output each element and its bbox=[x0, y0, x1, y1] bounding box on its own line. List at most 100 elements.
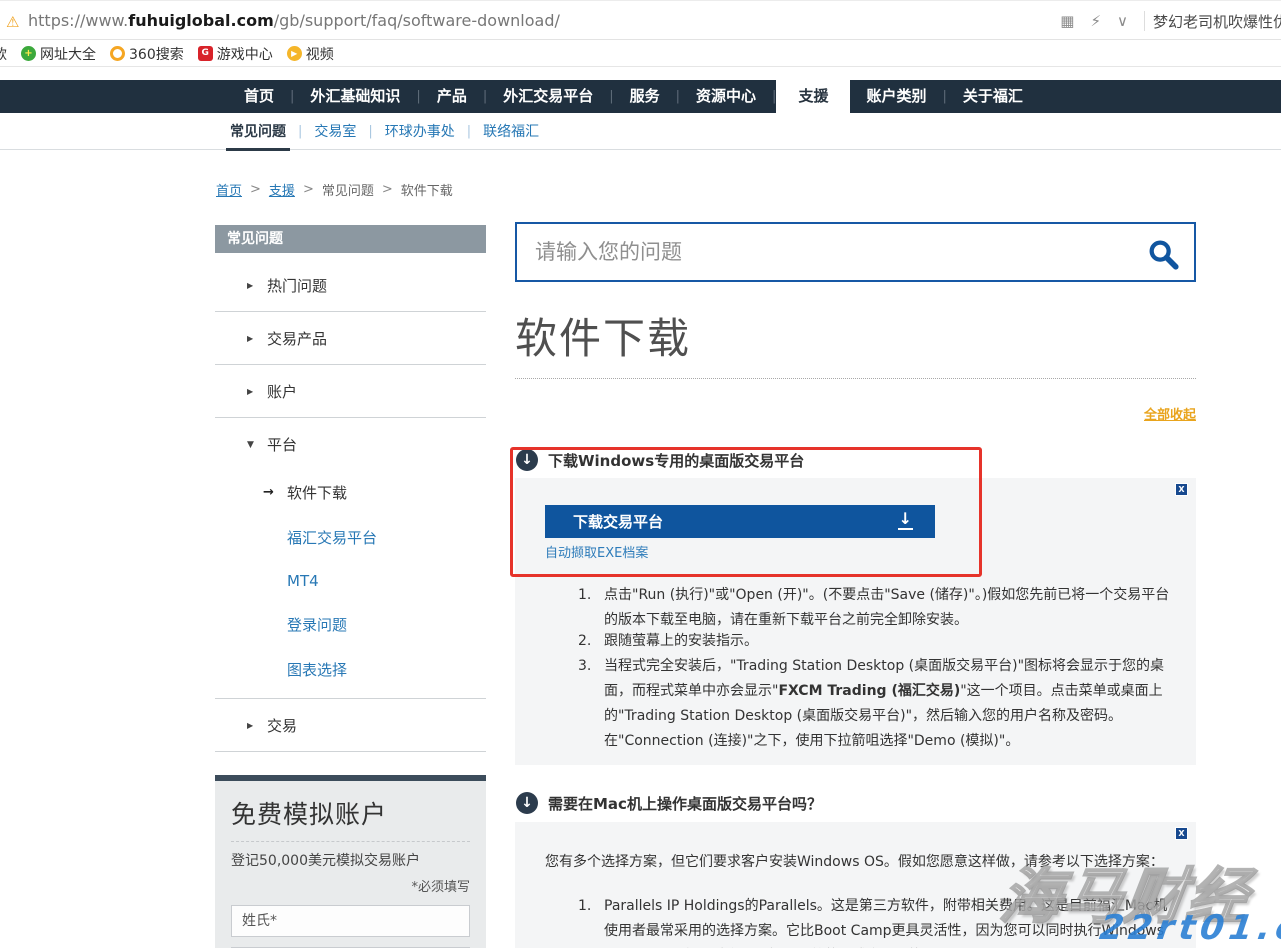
step-number: 3. bbox=[578, 654, 604, 754]
sidebar-item-fxcm-platform[interactable]: 福汇交易平台 bbox=[215, 515, 486, 560]
url-path: /gb/support/faq/software-download/ bbox=[274, 11, 560, 30]
demo-form-title: 免费模拟账户 bbox=[231, 795, 470, 831]
faq-sidebar: 常见问题 ▶ 热门问题 ▶ 交易产品 ▶ 账户 ▼ 平台 → 软件下载 福汇交易… bbox=[215, 225, 486, 752]
sidebar-label: 账户 bbox=[267, 381, 297, 402]
bookmark-360search[interactable]: 360搜索 bbox=[110, 44, 184, 64]
breadcrumb-home[interactable]: 首页 bbox=[216, 180, 242, 199]
bookmarks-bar: 款 + 网址大全 360搜索 G 游戏中心 ▶ 视频 bbox=[0, 41, 1281, 67]
nav-item-resources[interactable]: 资源中心 bbox=[680, 80, 772, 113]
nav-item-products[interactable]: 产品 bbox=[421, 80, 483, 113]
tri-right-icon: ▶ bbox=[247, 281, 267, 290]
nav-item-accounts[interactable]: 账户类别 bbox=[850, 80, 942, 113]
search-icon bbox=[1146, 237, 1180, 271]
breadcrumb: 首页 > 支援 > 常见问题 > 软件下载 bbox=[216, 180, 453, 199]
search-button[interactable] bbox=[1146, 237, 1180, 271]
ssl-warning-icon[interactable]: ⚠ bbox=[6, 13, 19, 31]
g-icon: G bbox=[198, 46, 213, 61]
breadcrumb-separator: > bbox=[250, 182, 261, 197]
breadcrumb-separator: > bbox=[382, 182, 393, 197]
adjacent-tab-title[interactable]: 梦幻老司机吹爆性优 bbox=[1153, 11, 1281, 32]
demo-account-panel: 免费模拟账户 登记50,000美元模拟交易账户 *必须填写 bbox=[215, 775, 486, 948]
mac-option-1: 1. Parallels IP Holdings的Parallels。这是第三方… bbox=[578, 894, 1178, 948]
sidebar-item-software-download[interactable]: → 软件下载 bbox=[215, 470, 486, 515]
expand-arrow-icon: ↓ bbox=[516, 449, 538, 471]
section1-header[interactable]: ↓ 下载Windows专用的桌面版交易平台 bbox=[516, 449, 804, 471]
section2-title: 需要在Mac机上操作桌面版交易平台吗？ bbox=[548, 793, 822, 814]
tri-right-icon: ▶ bbox=[247, 387, 267, 396]
bookmark-label: 网址大全 bbox=[40, 44, 96, 64]
sidebar-item-account[interactable]: ▶ 账户 bbox=[215, 365, 486, 418]
subnav-trading-room[interactable]: 交易室 bbox=[302, 121, 368, 141]
bookmark-plus-icon: + bbox=[21, 46, 36, 61]
download-platform-button[interactable]: 下载交易平台 ↓ bbox=[545, 505, 935, 538]
browser-address-bar: ⚠ https://www.fuhuiglobal.com/gb/support… bbox=[0, 0, 1281, 40]
step-number: 1. bbox=[578, 583, 604, 633]
exe-link[interactable]: 自动撷取EXE档案 bbox=[545, 542, 648, 561]
subnav-faq[interactable]: 常见问题 bbox=[218, 121, 298, 141]
sidebar-label: 交易产品 bbox=[267, 328, 327, 349]
step-number: 1. bbox=[578, 894, 604, 948]
nav-item-services[interactable]: 服务 bbox=[614, 80, 676, 113]
speed-bolt-icon[interactable]: ⚡ bbox=[1090, 12, 1101, 30]
sidebar-label: 热门问题 bbox=[267, 275, 327, 296]
bookmark-video[interactable]: ▶ 视频 bbox=[287, 44, 334, 64]
mac-intro-text: 您有多个选择方案，但它们要求客户安装Windows OS。假如您愿意这样做，请参… bbox=[545, 850, 1175, 875]
install-step-3: 3. 当程式完全安装后，"Trading Station Desktop (桌面… bbox=[578, 654, 1178, 754]
section1-title: 下载Windows专用的桌面版交易平台 bbox=[548, 450, 804, 471]
sidebar-item-trading[interactable]: ▶ 交易 bbox=[215, 699, 486, 752]
subnav-contact[interactable]: 联络福汇 bbox=[471, 121, 551, 141]
section2-header[interactable]: ↓ 需要在Mac机上操作桌面版交易平台吗？ bbox=[516, 792, 822, 814]
page-title: 软件下载 bbox=[515, 305, 691, 366]
breadcrumb-support[interactable]: 支援 bbox=[269, 180, 295, 199]
sidebar-item-chart-options[interactable]: 图表选择 bbox=[215, 647, 486, 699]
faq-search-box bbox=[515, 222, 1196, 282]
bookmark-gamecenter[interactable]: G 游戏中心 bbox=[198, 44, 273, 64]
install-step-1: 1. 点击"Run (执行)"或"Open (开)"。(不要点击"Save (储… bbox=[578, 583, 1178, 633]
support-subnav: 常见问题 | 交易室 | 环球办事处 | 联络福汇 bbox=[0, 113, 1281, 150]
close-icon[interactable]: X bbox=[1175, 483, 1188, 496]
tri-right-icon: ▶ bbox=[247, 334, 267, 343]
arrow-right-icon: → bbox=[263, 485, 287, 500]
nav-item-platforms[interactable]: 外汇交易平台 bbox=[487, 80, 609, 113]
nav-item-home[interactable]: 首页 bbox=[228, 80, 290, 113]
bookmark-partial[interactable]: 款 bbox=[0, 44, 7, 64]
nav-item-support[interactable]: 支援 bbox=[776, 80, 850, 113]
sidebar-item-platform[interactable]: ▼ 平台 bbox=[215, 418, 486, 470]
bookmark-label: 游戏中心 bbox=[217, 44, 273, 64]
download-button-label: 下载交易平台 bbox=[573, 513, 663, 531]
sidebar-item-trading-products[interactable]: ▶ 交易产品 bbox=[215, 312, 486, 365]
step-number: 2. bbox=[578, 629, 604, 654]
nav-item-forex-basics[interactable]: 外汇基础知识 bbox=[294, 80, 416, 113]
ring-icon bbox=[110, 46, 125, 61]
search-input[interactable] bbox=[517, 224, 1137, 280]
dashed-divider bbox=[231, 841, 470, 842]
expand-arrow-icon: ↓ bbox=[516, 792, 538, 814]
sidebar-label: 交易 bbox=[267, 715, 297, 736]
collapse-all-link[interactable]: 全部收起 bbox=[515, 404, 1196, 423]
close-icon[interactable]: X bbox=[1175, 827, 1188, 840]
nav-item-about[interactable]: 关于福汇 bbox=[947, 80, 1039, 113]
url-domain: fuhuiglobal.com bbox=[128, 11, 274, 30]
main-navigation: 首页 | 外汇基础知识 | 产品 | 外汇交易平台 | 服务 | 资源中心 | … bbox=[0, 80, 1281, 113]
section1-panel: X 下载交易平台 ↓ 自动撷取EXE档案 1. 点击"Run (执行)"或"Op… bbox=[515, 478, 1196, 765]
sidebar-item-login-issues[interactable]: 登录问题 bbox=[215, 602, 486, 647]
step-text: 当程式完全安装后，"Trading Station Desktop (桌面版交易… bbox=[604, 654, 1178, 754]
download-icon: ↓ bbox=[898, 509, 913, 530]
url-field[interactable]: https://www.fuhuiglobal.com/gb/support/f… bbox=[28, 11, 560, 30]
chevron-down-icon[interactable]: ∨ bbox=[1117, 12, 1128, 30]
breadcrumb-faq: 常见问题 bbox=[322, 180, 374, 199]
sidebar-header: 常见问题 bbox=[215, 225, 486, 253]
bookmark-wangzhi[interactable]: + 网址大全 bbox=[21, 44, 96, 64]
bookmark-label: 视频 bbox=[306, 44, 334, 64]
sidebar-item-hot-questions[interactable]: ▶ 热门问题 bbox=[215, 259, 486, 312]
demo-form-subtitle: 登记50,000美元模拟交易账户 bbox=[231, 850, 470, 870]
step-text: Parallels IP Holdings的Parallels。这是第三方软件，… bbox=[604, 894, 1178, 948]
subnav-global-offices[interactable]: 环球办事处 bbox=[373, 121, 467, 141]
sidebar-item-mt4[interactable]: MT4 bbox=[215, 560, 486, 602]
required-note: *必须填写 bbox=[231, 876, 470, 895]
extensions-grid-icon[interactable]: ▦ bbox=[1060, 12, 1074, 30]
install-step-2: 2. 跟随萤幕上的安装指示。 bbox=[578, 629, 1178, 654]
last-name-field[interactable] bbox=[231, 905, 470, 937]
step-text: 点击"Run (执行)"或"Open (开)"。(不要点击"Save (储存)"… bbox=[604, 583, 1178, 633]
toolbar-divider bbox=[1144, 11, 1145, 31]
